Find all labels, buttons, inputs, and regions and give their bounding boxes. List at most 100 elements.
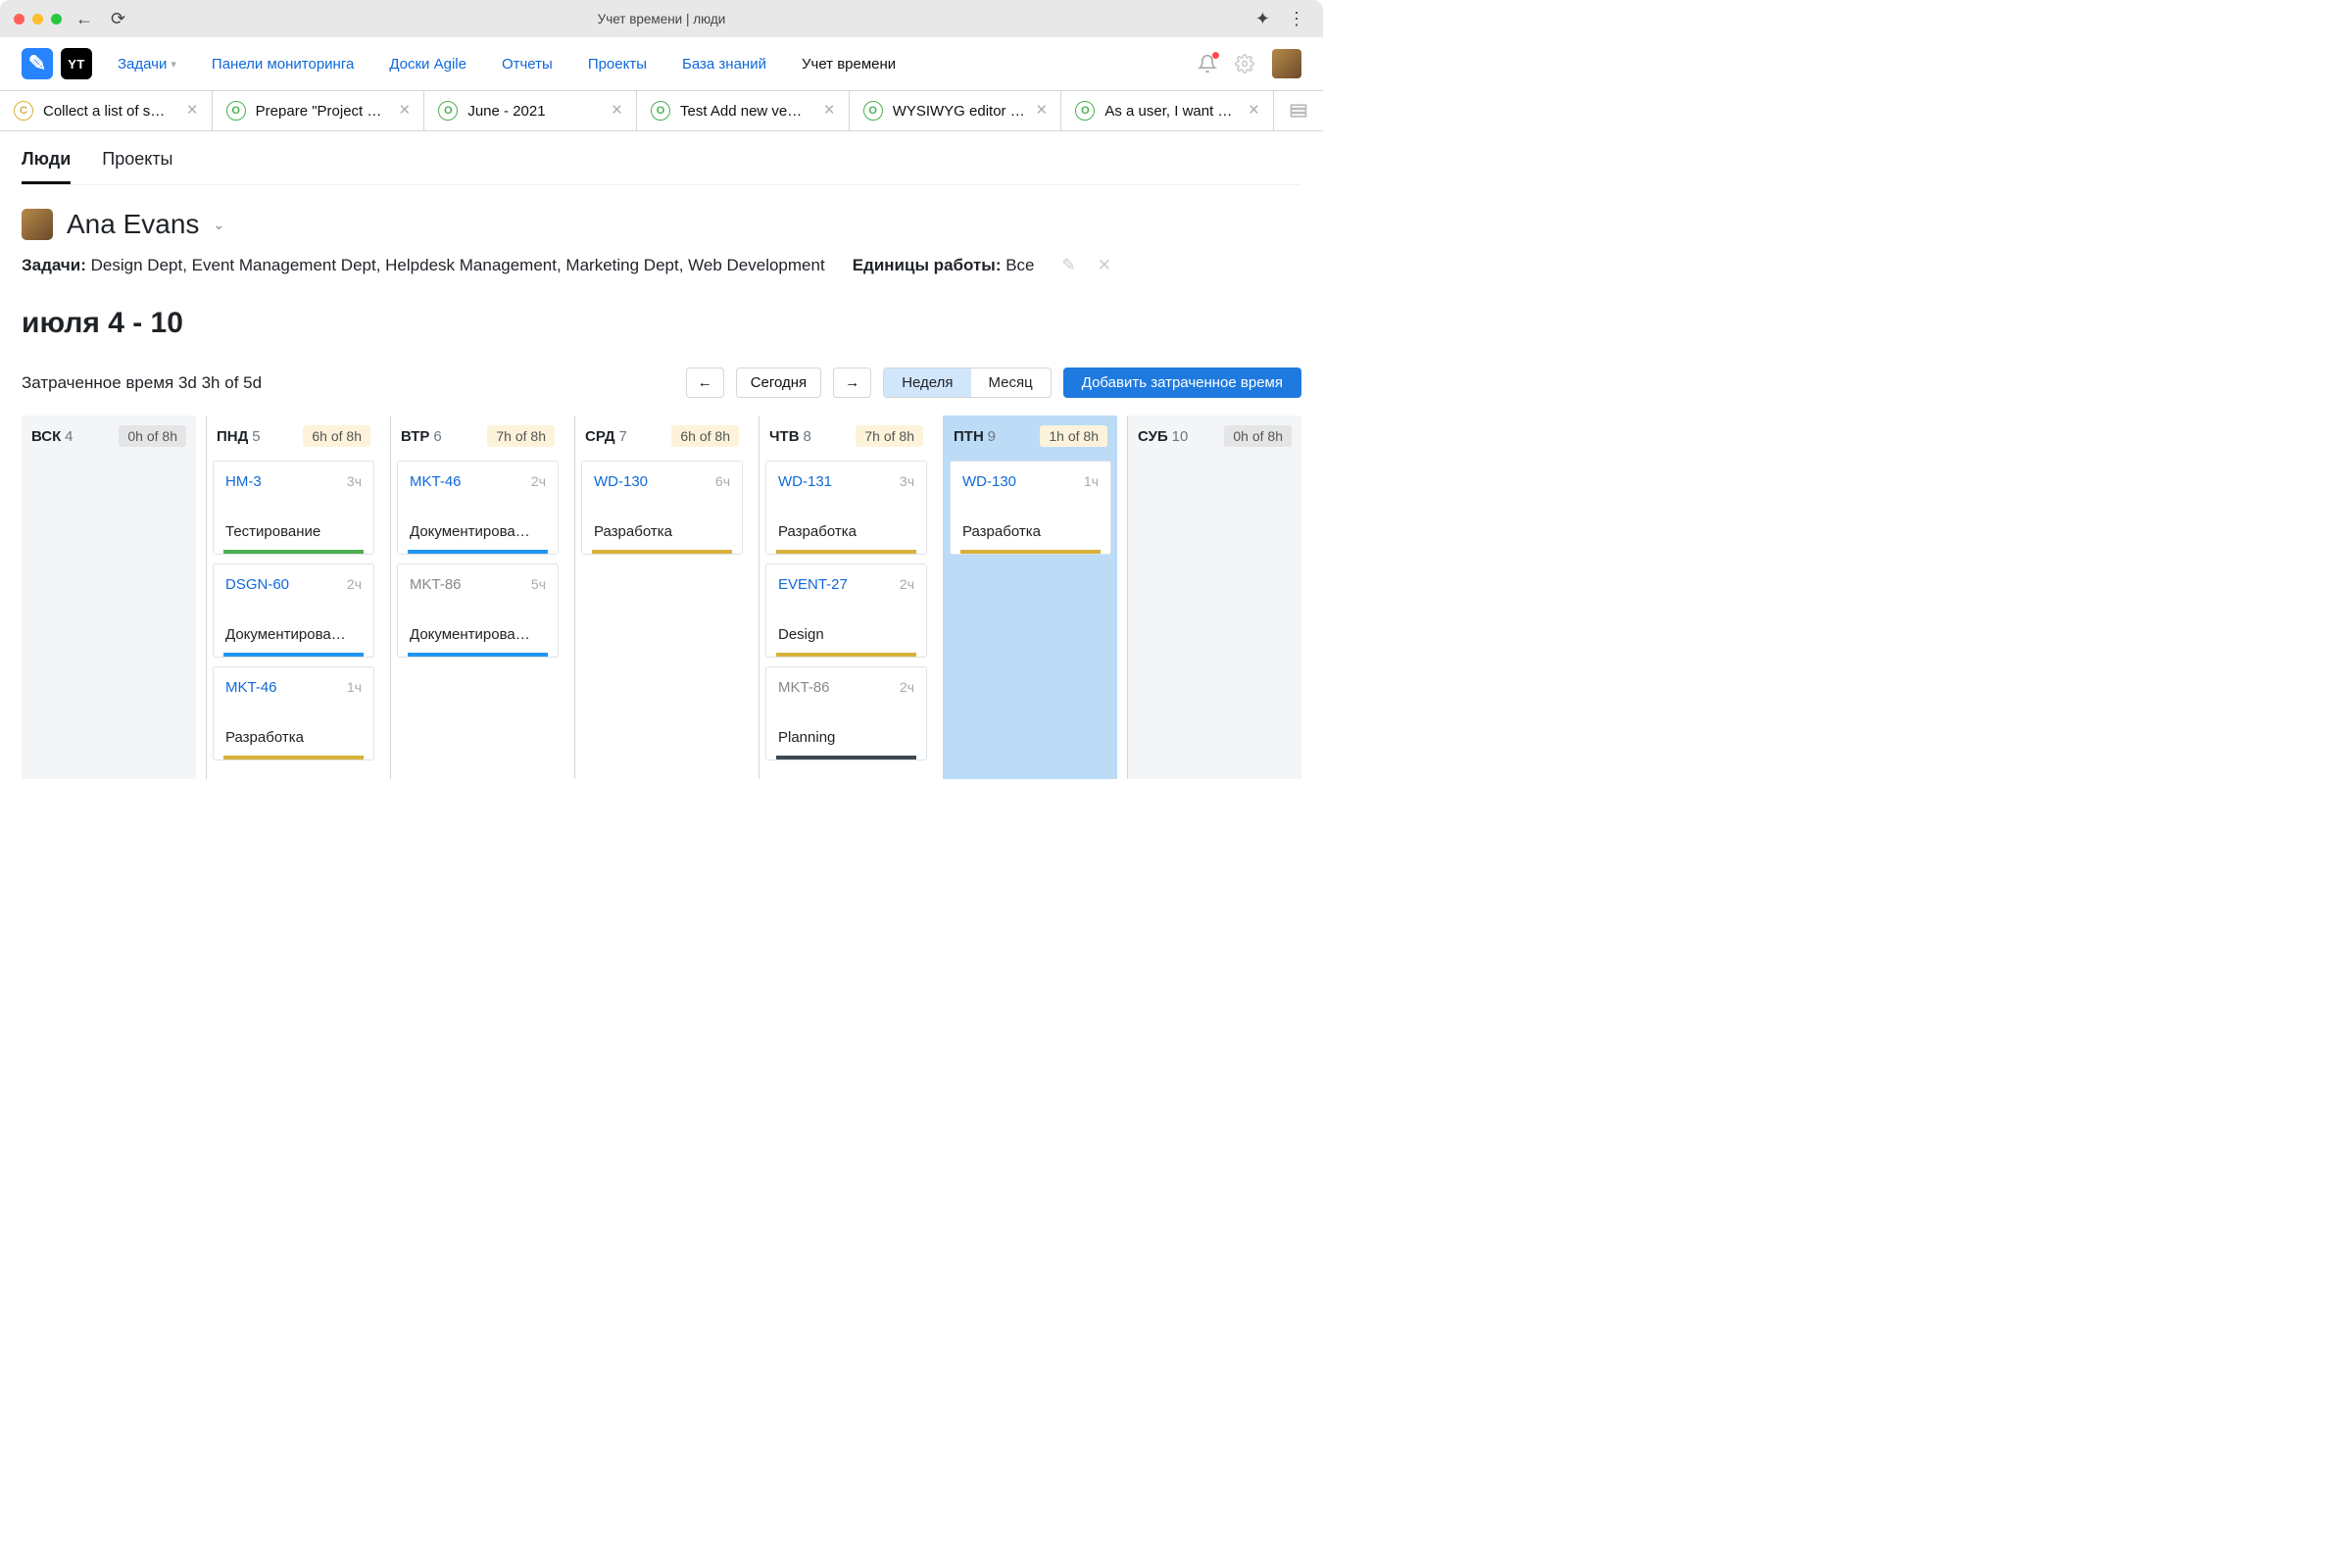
card-activity: Документирова… xyxy=(225,626,362,643)
card-issue-id[interactable]: HM-3 xyxy=(225,473,262,490)
nav-kb[interactable]: База знаний xyxy=(682,56,766,73)
day-header: ВТР 6 7h of 8h xyxy=(391,416,564,461)
nav-agile[interactable]: Доски Agile xyxy=(389,56,466,73)
browser-menu-icon[interactable]: ⋮ xyxy=(1284,9,1309,29)
close-tab-icon[interactable]: × xyxy=(1036,100,1047,122)
back-icon[interactable]: ← xyxy=(72,9,97,29)
card-status-bar xyxy=(223,756,364,760)
time-card[interactable]: MKT-86 5ч Документирова… xyxy=(397,564,559,658)
card-activity: Разработка xyxy=(778,523,914,540)
day-hours-badge: 6h of 8h xyxy=(671,425,739,447)
time-card[interactable]: MKT-46 2ч Документирова… xyxy=(397,461,559,555)
edit-filter-icon[interactable]: ✎ xyxy=(1062,256,1076,275)
avatar[interactable] xyxy=(1272,49,1301,78)
user-selector[interactable]: Ana Evans ⌄ xyxy=(22,209,1301,240)
time-card[interactable]: WD-131 3ч Разработка xyxy=(765,461,927,555)
day-column: СРД 7 6h of 8h WD-130 6ч Разработка xyxy=(574,416,749,779)
card-status-bar xyxy=(223,653,364,657)
day-number: 9 xyxy=(988,428,996,445)
issue-tab-label: WYSIWYG editor … xyxy=(893,103,1027,120)
add-time-button[interactable]: Добавить затраченное время xyxy=(1063,368,1301,398)
day-hours-badge: 7h of 8h xyxy=(487,425,555,447)
card-duration: 6ч xyxy=(715,473,730,490)
issue-tab[interactable]: C Collect a list of s… × xyxy=(0,91,213,130)
day-number: 4 xyxy=(65,428,73,445)
time-card[interactable]: EVENT-27 2ч Design xyxy=(765,564,927,658)
filter-row: Задачи: Design Dept, Event Management De… xyxy=(22,256,1301,275)
tab-overflow-icon[interactable] xyxy=(1274,91,1323,130)
yt-logo: YT xyxy=(61,48,92,79)
issue-tab[interactable]: O Prepare "Project … × xyxy=(213,91,425,130)
subtabs: Люди Проекты xyxy=(22,149,1301,185)
issue-tab-label: Prepare "Project … xyxy=(256,103,390,120)
time-card[interactable]: WD-130 6ч Разработка xyxy=(581,461,743,555)
day-hours-badge: 0h of 8h xyxy=(1224,425,1292,447)
close-tab-icon[interactable]: × xyxy=(399,100,410,122)
day-hours-badge: 7h of 8h xyxy=(856,425,923,447)
nav-dashboards[interactable]: Панели мониторинга xyxy=(212,56,354,73)
view-week[interactable]: Неделя xyxy=(884,368,970,397)
card-issue-id[interactable]: MKT-86 xyxy=(410,576,462,593)
time-card[interactable]: HM-3 3ч Тестирование xyxy=(213,461,374,555)
notifications-icon[interactable] xyxy=(1198,54,1217,74)
date-range: июля 4 - 10 xyxy=(22,307,1301,340)
nav-tasks[interactable]: Задачи▾ xyxy=(118,56,176,73)
minimize-window[interactable] xyxy=(32,14,43,24)
view-segment: Неделя Месяц xyxy=(883,368,1052,398)
next-week-button[interactable]: → xyxy=(833,368,871,398)
issue-tab[interactable]: O June - 2021 × xyxy=(424,91,637,130)
prev-week-button[interactable]: ← xyxy=(686,368,724,398)
time-card[interactable]: MKT-46 1ч Разработка xyxy=(213,666,374,760)
close-tab-icon[interactable]: × xyxy=(612,100,622,122)
time-card[interactable]: DSGN-60 2ч Документирова… xyxy=(213,564,374,658)
card-activity: Документирова… xyxy=(410,626,546,643)
logo[interactable]: ✎ YT xyxy=(22,48,92,79)
day-abbr: ПТН xyxy=(954,428,984,445)
day-number: 8 xyxy=(803,428,810,445)
time-card[interactable]: MKT-86 2ч Planning xyxy=(765,666,927,760)
day-header: СУБ 10 0h of 8h xyxy=(1128,416,1301,461)
card-issue-id[interactable]: WD-130 xyxy=(962,473,1016,490)
clear-filter-icon[interactable]: ✕ xyxy=(1098,256,1111,275)
nav-reports[interactable]: Отчеты xyxy=(502,56,553,73)
close-tab-icon[interactable]: × xyxy=(1249,100,1259,122)
card-issue-id[interactable]: WD-130 xyxy=(594,473,648,490)
day-header: ПТН 9 1h of 8h xyxy=(944,416,1117,461)
time-card[interactable]: WD-130 1ч Разработка xyxy=(950,461,1111,555)
extensions-icon[interactable]: ✦ xyxy=(1251,9,1274,29)
nav-projects[interactable]: Проекты xyxy=(588,56,647,73)
reload-icon[interactable]: ⟳ xyxy=(107,9,129,29)
view-month[interactable]: Месяц xyxy=(971,368,1051,397)
card-issue-id[interactable]: MKT-86 xyxy=(778,679,830,696)
issue-tab[interactable]: O WYSIWYG editor … × xyxy=(850,91,1062,130)
day-abbr: ПНД xyxy=(217,428,248,445)
subtab-people[interactable]: Люди xyxy=(22,149,71,184)
card-status-bar xyxy=(776,653,916,657)
filter-units: Единицы работы: Все xyxy=(853,256,1035,275)
day-column: СУБ 10 0h of 8h xyxy=(1127,416,1301,779)
issue-tabs: C Collect a list of s… ×O Prepare "Proje… xyxy=(0,90,1323,131)
issue-tab[interactable]: O Test Add new ve… × xyxy=(637,91,850,130)
close-window[interactable] xyxy=(14,14,24,24)
maximize-window[interactable] xyxy=(51,14,62,24)
card-activity: Тестирование xyxy=(225,523,362,540)
close-tab-icon[interactable]: × xyxy=(187,100,198,122)
close-tab-icon[interactable]: × xyxy=(824,100,835,122)
card-issue-id[interactable]: DSGN-60 xyxy=(225,576,289,593)
issue-tab[interactable]: O As a user, I want … × xyxy=(1061,91,1274,130)
card-status-bar xyxy=(408,653,548,657)
day-abbr: ЧТВ xyxy=(769,428,800,445)
issue-tab-label: June - 2021 xyxy=(467,103,602,120)
card-duration: 2ч xyxy=(531,473,546,490)
day-header: ВСК 4 0h of 8h xyxy=(22,416,196,461)
card-issue-id[interactable]: MKT-46 xyxy=(225,679,277,696)
card-activity: Документирова… xyxy=(410,523,546,540)
card-issue-id[interactable]: EVENT-27 xyxy=(778,576,848,593)
nav-time[interactable]: Учет времени xyxy=(802,56,896,73)
card-issue-id[interactable]: WD-131 xyxy=(778,473,832,490)
settings-icon[interactable] xyxy=(1235,54,1254,74)
card-issue-id[interactable]: MKT-46 xyxy=(410,473,462,490)
today-button[interactable]: Сегодня xyxy=(736,368,822,398)
day-abbr: ВСК xyxy=(31,428,61,445)
subtab-projects[interactable]: Проекты xyxy=(102,149,172,184)
